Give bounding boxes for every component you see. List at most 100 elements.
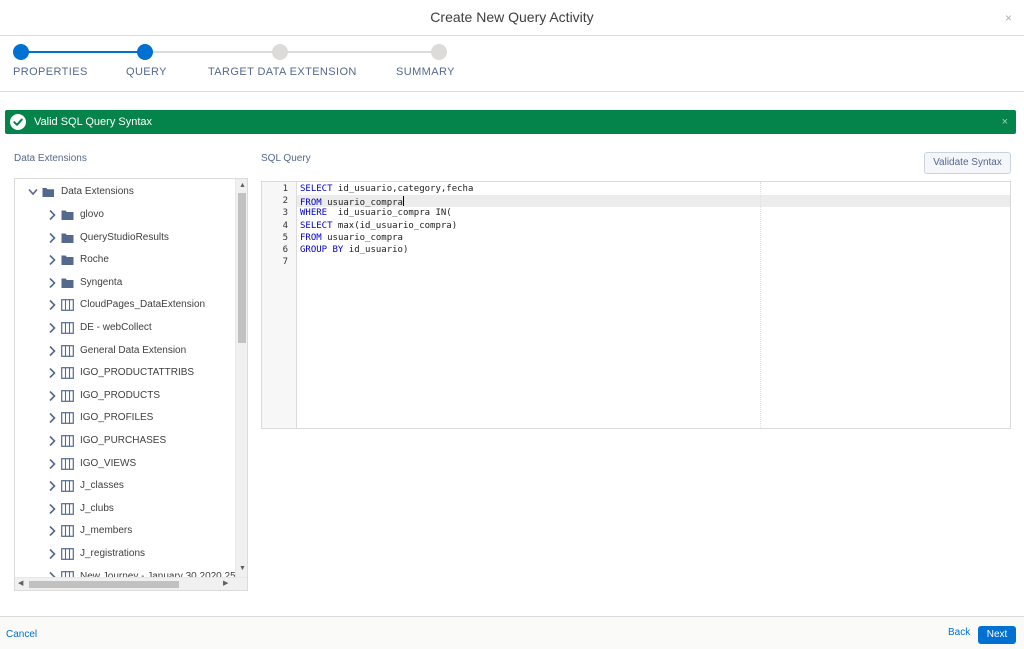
tree-horizontal-scrollbar[interactable]: ◀ ▶ — [15, 577, 247, 590]
line-number: 1 — [282, 184, 288, 194]
chevron-right-icon[interactable] — [47, 277, 57, 289]
table-icon — [61, 389, 74, 402]
sql-keyword: GROUP BY — [300, 245, 344, 255]
chevron-right-icon[interactable] — [47, 299, 57, 311]
sql-editor[interactable]: 1 2345 6 7 SELECT id_usuario,category,fecha… — [261, 181, 1011, 429]
tree-item-label: QueryStudioResults — [80, 231, 169, 243]
tree-item[interactable]: DE - webCollect — [15, 317, 235, 339]
tree-item[interactable]: Roche — [15, 249, 235, 271]
folder-icon — [61, 232, 74, 244]
table-icon — [61, 299, 74, 312]
step-label-target-data-extension: TARGET DATA EXTENSION — [208, 66, 357, 78]
table-icon — [61, 412, 74, 425]
tree-content: Data Extensions glovo QueryStudioResults R… — [15, 179, 235, 577]
tree-item-label: DE - webCollect — [80, 322, 152, 333]
tree-item-label: Syngenta — [80, 276, 123, 288]
step-label-query[interactable]: QUERY — [126, 66, 167, 78]
scroll-left-arrow-icon[interactable]: ◀ — [18, 580, 23, 588]
sql-text: usuario_compra — [321, 232, 403, 243]
scrollbar-thumb[interactable] — [238, 193, 246, 343]
tree-vertical-scrollbar[interactable]: ▲ ▼ — [235, 179, 247, 577]
chevron-right-icon[interactable] — [47, 458, 57, 470]
alert-message: Valid SQL Query Syntax — [34, 116, 152, 128]
alert-close-icon[interactable]: × — [1002, 116, 1008, 128]
tree-item[interactable]: IGO_PRODUCTATTRIBS — [15, 362, 235, 384]
tree-item[interactable]: J_classes — [15, 475, 235, 497]
step-dot-query[interactable] — [137, 44, 153, 60]
step-label-properties[interactable]: PROPERTIES — [13, 66, 88, 78]
chevron-right-icon[interactable] — [47, 503, 57, 515]
code-line[interactable]: FROM usuario_compra — [300, 233, 403, 243]
back-button[interactable]: Back — [948, 627, 970, 638]
table-icon — [61, 344, 74, 357]
scrollbar-thumb[interactable] — [29, 581, 179, 588]
sql-text: id_usuario,category,fecha — [332, 184, 474, 194]
line-number: 3 — [282, 208, 288, 219]
tree-item-label: J_classes — [80, 480, 124, 492]
code-line[interactable]: WHERE id_usuario_compra IN( — [300, 208, 452, 218]
tree-item[interactable]: New Journey - January 30 2020 25 — [15, 566, 235, 577]
tree-item[interactable]: CloudPages_DataExtension — [15, 294, 235, 316]
close-icon[interactable]: × — [1005, 12, 1012, 24]
tree-item[interactable]: IGO_PROFILES — [15, 407, 235, 429]
code-line[interactable]: GROUP BY id_usuario) — [300, 245, 408, 255]
tree-item[interactable]: General Data Extension — [15, 340, 235, 362]
check-circle-icon — [10, 114, 26, 130]
line-number: 4 — [282, 220, 288, 231]
tree-item[interactable]: J_registrations — [15, 543, 235, 565]
chevron-right-icon[interactable] — [47, 322, 57, 334]
scroll-up-arrow-icon[interactable]: ▲ — [239, 182, 246, 190]
table-icon — [61, 525, 74, 538]
chevron-right-icon[interactable] — [47, 232, 57, 244]
sql-keyword: WHERE — [300, 208, 328, 219]
cancel-button[interactable]: Cancel — [6, 629, 37, 640]
table-icon — [61, 322, 74, 334]
validate-syntax-button[interactable]: Validate Syntax — [924, 152, 1011, 174]
tree-item[interactable]: glovo — [15, 204, 235, 226]
chevron-right-icon[interactable] — [47, 480, 57, 492]
code-line[interactable]: SELECT id_usuario,category,fecha — [300, 184, 473, 194]
chevron-right-icon[interactable] — [47, 254, 57, 266]
tree-item[interactable]: Syngenta — [15, 272, 235, 294]
chevron-right-icon[interactable] — [47, 209, 57, 221]
tree-root-data-extensions[interactable]: Data Extensions — [15, 181, 235, 203]
sql-text: id_usuario_compra IN( — [327, 208, 452, 219]
scroll-right-arrow-icon[interactable]: ▶ — [223, 580, 228, 588]
code-line[interactable]: FROM usuario_compra — [300, 196, 404, 208]
chevron-right-icon[interactable] — [47, 412, 57, 424]
step-connector — [21, 51, 145, 53]
tree-item[interactable]: J_members — [15, 520, 235, 542]
line-number: 6 — [282, 245, 288, 255]
tree-item[interactable]: QueryStudioResults — [15, 227, 235, 249]
tree-item-label: IGO_VIEWS — [80, 457, 137, 469]
step-dot-properties[interactable] — [13, 44, 29, 60]
tree-item-label: CloudPages_DataExtension — [80, 299, 206, 311]
chevron-right-icon[interactable] — [47, 435, 57, 447]
chevron-right-icon[interactable] — [47, 367, 57, 379]
sql-text: max(id_usuario_compra) — [332, 220, 458, 231]
folder-icon — [61, 277, 74, 289]
progress-stepper: PROPERTIES QUERY TARGET DATA EXTENSION S… — [0, 36, 1024, 92]
chevron-right-icon[interactable] — [47, 345, 57, 357]
data-extensions-tree[interactable]: Data Extensions glovo QueryStudioResults R… — [14, 178, 248, 591]
folder-open-icon — [42, 186, 55, 198]
tree-item[interactable]: IGO_VIEWS — [15, 453, 235, 475]
tree-item-label: J_registrations — [80, 548, 146, 559]
chevron-right-icon[interactable] — [47, 525, 57, 537]
table-icon — [61, 548, 74, 560]
scroll-down-arrow-icon[interactable]: ▼ — [239, 565, 246, 573]
tree-item[interactable]: IGO_PRODUCTS — [15, 385, 235, 407]
sql-text: id_usuario) — [343, 245, 409, 255]
table-icon — [61, 435, 74, 447]
line-number: 5 — [282, 232, 288, 243]
tree-item[interactable]: J_clubs — [15, 498, 235, 520]
tree-item[interactable]: IGO_PURCHASES — [15, 430, 235, 452]
sql-query-label: SQL Query — [261, 153, 311, 164]
next-button[interactable]: Next — [978, 626, 1016, 644]
print-margin — [760, 182, 761, 428]
chevron-right-icon[interactable] — [47, 390, 57, 402]
tree-item-label: General Data Extension — [80, 344, 187, 356]
chevron-right-icon[interactable] — [47, 548, 57, 560]
chevron-down-icon[interactable] — [28, 186, 38, 198]
code-line[interactable]: SELECT max(id_usuario_compra) — [300, 221, 457, 231]
